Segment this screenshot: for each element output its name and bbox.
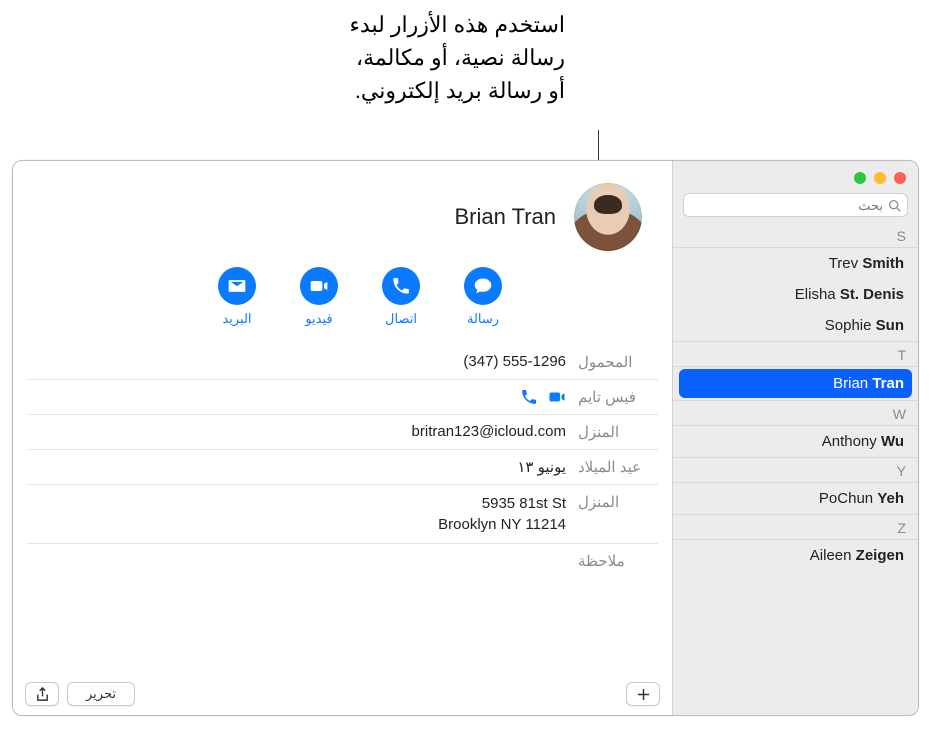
section-header-w: W [673, 401, 918, 426]
video-button[interactable]: فيديو [300, 267, 338, 327]
section-header-s: S [673, 223, 918, 248]
field-home-email[interactable]: المنزل britran123@icloud.com [27, 415, 658, 450]
search-field[interactable] [683, 193, 908, 217]
video-label: فيديو [305, 311, 332, 327]
field-label: المحمول [578, 353, 656, 371]
mail-button[interactable]: البريد [218, 267, 256, 327]
section-header-z: Z [673, 515, 918, 540]
share-icon [35, 687, 50, 702]
addr-line-1: 5935 81st St [29, 493, 566, 514]
contact-row[interactable]: Sophie Sun [673, 310, 918, 341]
mail-label: البريد [222, 311, 251, 327]
field-home-address[interactable]: المنزل 5935 81st St Brooklyn NY 11214 [27, 485, 658, 544]
close-window-button[interactable] [894, 172, 906, 184]
facetime-icons [29, 388, 566, 406]
facetime-audio-icon[interactable] [520, 388, 538, 406]
contacts-sidebar: S Trev Smith Elisha St. Denis Sophie Sun… [672, 161, 918, 715]
field-facetime[interactable]: فيس تايم [27, 380, 658, 415]
contacts-list[interactable]: S Trev Smith Elisha St. Denis Sophie Sun… [673, 223, 918, 715]
callout-line-2: رسالة نصية، أو مكالمة، [255, 41, 565, 74]
callout-line-3: أو رسالة بريد إلكتروني. [255, 74, 565, 107]
field-value: britran123@icloud.com [29, 423, 566, 440]
section-header-y: Y [673, 458, 918, 483]
contact-row-selected[interactable]: Brian Tran [679, 369, 912, 398]
field-value: 5935 81st St Brooklyn NY 11214 [29, 493, 566, 535]
field-label: عيد الميلاد [578, 458, 656, 476]
field-value: (347) 555-1296 [29, 353, 566, 370]
addr-line-2: Brooklyn NY 11214 [29, 514, 566, 535]
contact-row[interactable]: PoChun Yeh [673, 483, 918, 514]
message-label: رسالة [467, 311, 499, 327]
contact-row[interactable]: Aileen Zeigen [673, 540, 918, 571]
window-controls [673, 161, 918, 193]
field-birthday[interactable]: عيد الميلاد يونيو ١٣ [27, 450, 658, 485]
contact-fields: المحمول (347) 555-1296 فيس تايم المنزل b… [27, 345, 658, 578]
field-mobile[interactable]: المحمول (347) 555-1296 [27, 345, 658, 380]
help-callout: استخدم هذه الأزرار لبدء رسالة نصية، أو م… [255, 8, 565, 107]
search-wrap [673, 193, 918, 223]
detail-footer: تحرير [13, 673, 672, 715]
quick-actions: رسالة اتصال فيديو البريد [13, 255, 672, 345]
call-button[interactable]: اتصال [382, 267, 420, 327]
phone-icon [391, 276, 411, 296]
field-value: يونيو ١٣ [29, 458, 566, 476]
contact-header: Brian Tran [13, 161, 672, 255]
field-label: ملاحظة [578, 552, 656, 570]
edit-label: تحرير [86, 686, 116, 702]
plus-icon [636, 687, 651, 702]
add-contact-button[interactable] [626, 682, 660, 706]
field-label: المنزل [578, 493, 656, 511]
field-label: المنزل [578, 423, 656, 441]
share-button[interactable] [25, 682, 59, 706]
contacts-window: S Trev Smith Elisha St. Denis Sophie Sun… [12, 160, 919, 716]
contact-row[interactable]: Anthony Wu [673, 426, 918, 457]
section-header-t: T [673, 342, 918, 367]
search-icon [888, 199, 901, 212]
message-icon [473, 276, 493, 296]
contact-row[interactable]: Elisha St. Denis [673, 279, 918, 310]
fullscreen-window-button[interactable] [854, 172, 866, 184]
facetime-video-icon[interactable] [548, 388, 566, 406]
minimize-window-button[interactable] [874, 172, 886, 184]
contact-name: Brian Tran [455, 204, 557, 230]
video-icon [309, 276, 329, 296]
field-label: فيس تايم [578, 388, 656, 406]
contact-row[interactable]: Trev Smith [673, 248, 918, 279]
mail-icon [227, 276, 247, 296]
call-label: اتصال [385, 311, 417, 327]
callout-line-1: استخدم هذه الأزرار لبدء [255, 8, 565, 41]
contact-avatar[interactable] [574, 183, 642, 251]
field-note[interactable]: ملاحظة [27, 544, 658, 578]
contact-detail-pane: Brian Tran رسالة اتصال فيديو البريد الم [13, 161, 672, 715]
search-input[interactable] [690, 198, 883, 213]
edit-button[interactable]: تحرير [67, 682, 135, 706]
message-button[interactable]: رسالة [464, 267, 502, 327]
